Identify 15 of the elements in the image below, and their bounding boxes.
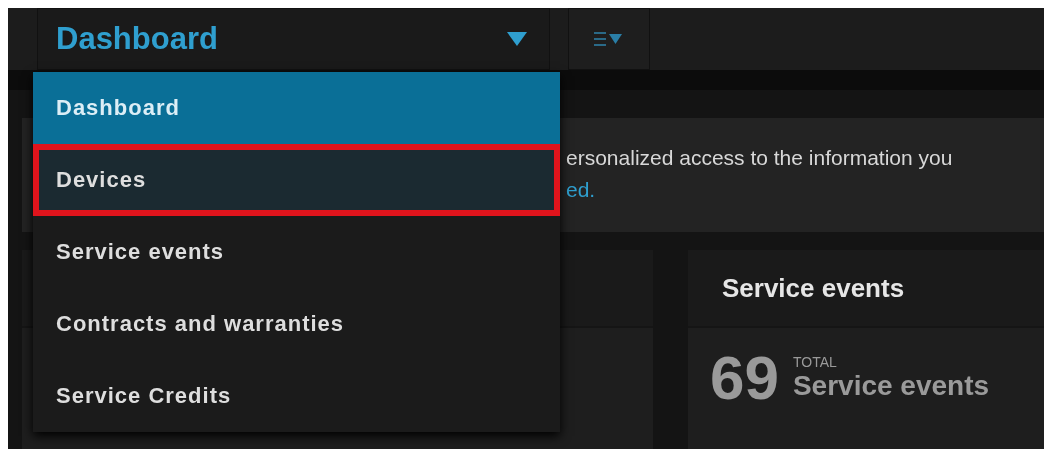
caret-icon <box>507 32 527 46</box>
view-selector[interactable]: Dashboard <box>37 8 550 70</box>
count-caption: TOTAL <box>792 353 838 370</box>
banner-link[interactable]: ed. <box>566 178 1044 202</box>
banner-text: ersonalized access to the information you <box>566 146 954 170</box>
menu-item[interactable]: Contracts and warranties <box>33 288 560 360</box>
card-title: Service events <box>721 272 905 304</box>
count-label: Service events <box>792 369 990 402</box>
menu-item[interactable]: Service events <box>33 216 560 288</box>
menu-item[interactable]: Dashboard <box>33 72 560 144</box>
list-icon <box>594 31 624 47</box>
menu-item[interactable]: Devices <box>33 144 560 216</box>
list-menu-button[interactable] <box>568 8 650 70</box>
event-count: 69 <box>709 342 779 413</box>
menu-item[interactable]: Service Credits <box>33 360 560 432</box>
